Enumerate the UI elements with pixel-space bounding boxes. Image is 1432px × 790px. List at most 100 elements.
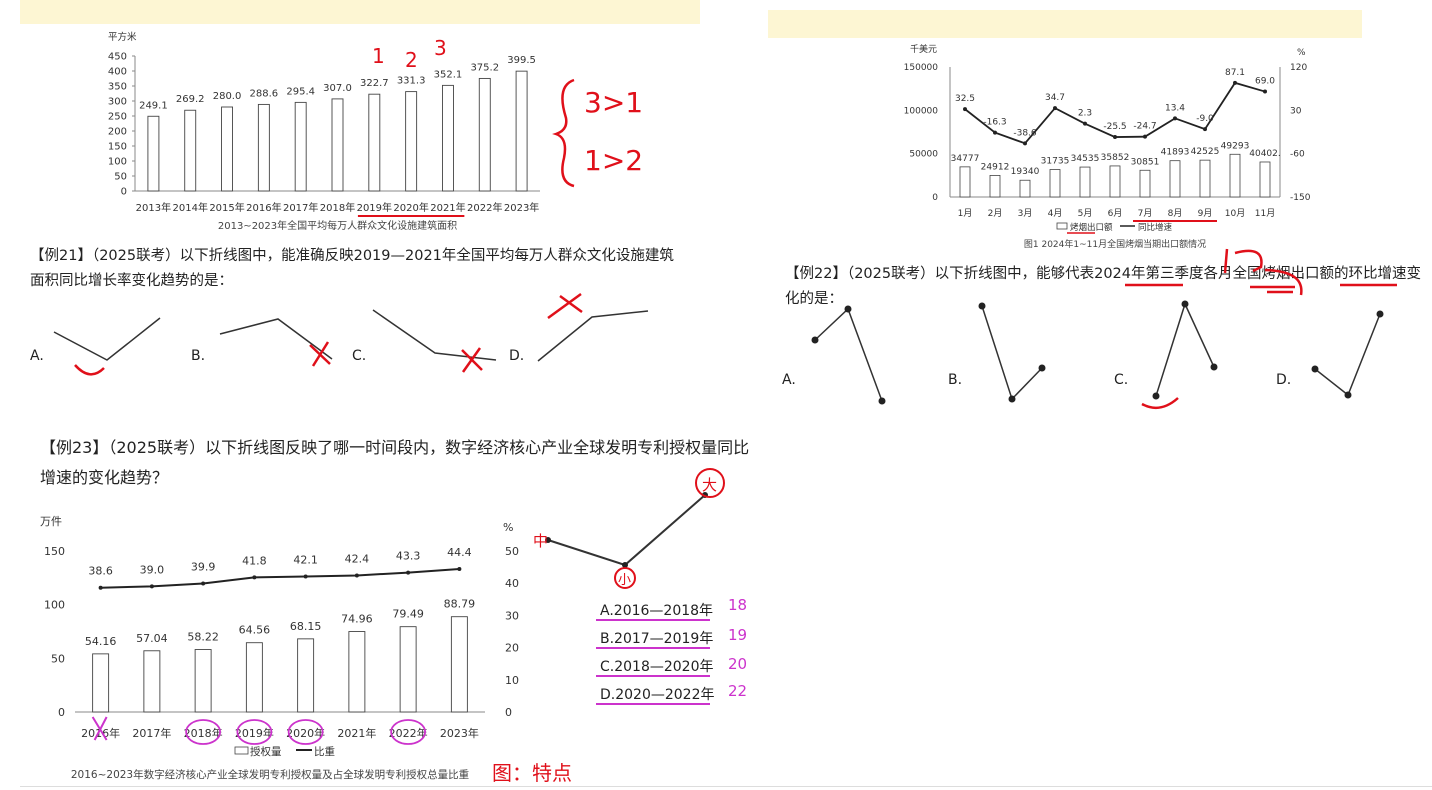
annot-brace	[552, 78, 575, 188]
chart2-bar-label: 40402.	[1249, 149, 1281, 159]
chart3-x-tick: 2023年	[440, 726, 479, 740]
chart3-caption: 2016~2023年数字经济核心产业全球发明专利授权量及占全球发明专利授权总量比…	[71, 768, 469, 781]
chart3-left-tick: 0	[58, 706, 65, 719]
annot-year-b: 19	[728, 626, 748, 644]
chart2-x-tick: 10月	[1225, 208, 1245, 219]
chart2-growth-point	[1083, 121, 1087, 126]
chart3-bar	[143, 650, 161, 713]
chart1-data-label: 322.7	[360, 78, 389, 89]
chart1-data-label: 375.2	[470, 62, 499, 73]
chart1-data-label: 280.0	[213, 91, 242, 102]
chart3-x-tick: 2019年	[235, 726, 274, 740]
q21-option-lines	[53, 292, 649, 376]
chart3-right-tick: 50	[505, 545, 519, 558]
chart2-x-tick: 11月	[1255, 208, 1275, 219]
chart3-bar-label: 64.56	[239, 624, 271, 637]
annot-year-a: 18	[728, 596, 748, 614]
chart3-right-unit: %	[503, 521, 513, 534]
annot-note: 图：特点	[492, 761, 572, 785]
chart2-x-tick: 3月	[1018, 208, 1033, 219]
chart3-share-label: 39.9	[191, 561, 216, 574]
chart2-right-tick: -60	[1290, 150, 1305, 160]
chart2-x-tick: 4月	[1048, 208, 1063, 219]
chart1-y-tick: 300	[108, 97, 127, 108]
chart1-y-tick: 100	[108, 157, 127, 168]
chart3-right-tick: 40	[505, 577, 519, 590]
chart2-bar	[1229, 153, 1241, 198]
chart2-growth-label: -9.0	[1196, 114, 1214, 124]
chart1-y-tick: 400	[108, 67, 127, 78]
chart2-growth-point	[1203, 127, 1207, 132]
chart1: 平方米 450 400 350 300 250 200 150 100 50 0 249.1 2013年…	[108, 31, 540, 232]
chart1-data-label: 249.1	[139, 100, 168, 111]
chart1-data-label: 269.2	[176, 94, 205, 105]
chart1-y-tick: 250	[108, 112, 127, 123]
chart3-share-point	[201, 581, 206, 586]
chart3-bar-label: 68.15	[290, 620, 322, 633]
chart1-x-tick: 2015年	[209, 201, 244, 214]
chart2-growth-label: -16.3	[983, 118, 1006, 128]
chart2-growth-label: 34.7	[1045, 93, 1065, 103]
chart3-bar	[194, 649, 212, 713]
chart2-bar-label: 42525	[1191, 147, 1220, 157]
chart2-x-tick: 5月	[1078, 208, 1093, 219]
chart2-bar	[1019, 179, 1031, 198]
chart1-y-tick: 50	[114, 172, 127, 183]
chart3-left-tick: 150	[44, 545, 65, 558]
chart3-legend-line-label: 比重	[314, 745, 335, 758]
chart1-bar	[294, 101, 307, 192]
chart2-growth-line	[964, 81, 1266, 145]
chart3-bar-label: 88.79	[444, 598, 476, 611]
chart2-x-tick: 2月	[988, 208, 1003, 219]
chart3-share-point	[252, 575, 257, 580]
divider	[20, 786, 1432, 787]
chart2-legend-line-label: 同比增速	[1138, 222, 1173, 233]
chart1-bar	[405, 91, 418, 192]
chart2-growth-label: 2.3	[1078, 109, 1092, 119]
chart1-data-label: 307.0	[323, 83, 352, 94]
chart1-bar	[515, 70, 528, 192]
chart2-growth-point	[1263, 89, 1267, 94]
chart1-caption: 2013~2023年全国平均每万人群众文化设施建筑面积	[218, 219, 457, 232]
chart3-bar-label: 54.16	[85, 635, 117, 648]
chart3-share-label: 44.4	[447, 546, 472, 559]
annot-digit-1: 1	[372, 44, 385, 68]
annot-big: 大	[702, 476, 718, 494]
chart1-bar	[368, 93, 381, 192]
chart1-x-tick: 2018年	[320, 201, 355, 214]
chart3-share-point	[98, 585, 103, 590]
chart2-growth-point	[1173, 116, 1177, 121]
chart3-share-point	[354, 573, 359, 578]
chart2-growth-label: 87.1	[1225, 68, 1245, 78]
chart2-growth-point	[1113, 135, 1117, 140]
annot-brace-line-1: 3>1	[584, 86, 644, 119]
chart1-bar	[257, 103, 270, 192]
q21-c-cross-mark	[461, 347, 483, 373]
chart2-bar-label: 30851	[1131, 157, 1160, 167]
chart1-x-tick: 2017年	[283, 201, 318, 214]
chart3-bar	[245, 642, 263, 713]
chart2-bar	[1199, 159, 1211, 198]
q21-line-a	[53, 317, 161, 361]
chart3-left-tick: 50	[51, 652, 65, 665]
q22-underlines	[1125, 248, 1397, 296]
chart3-right-tick: 0	[505, 706, 512, 719]
chart1-data-label: 288.6	[250, 88, 279, 99]
chart2-bar-label: 31735	[1041, 156, 1070, 166]
chart1-bar	[331, 98, 344, 192]
chart2-bar	[1139, 169, 1151, 198]
chart3-x-tick: 2020年	[286, 726, 325, 740]
q22-line-d	[1314, 313, 1381, 397]
chart2-bar-label: 34535	[1071, 154, 1100, 164]
chart1-bar	[184, 109, 197, 192]
q22-line-a	[814, 307, 883, 402]
chart2-bar-label: 24912	[981, 162, 1010, 172]
chart2-growth-label: -24.7	[1133, 122, 1156, 132]
chart2-growth-point	[1023, 141, 1027, 146]
chart1-y-tick: 450	[108, 52, 127, 63]
chart1-x-tick: 2020年	[393, 201, 428, 214]
chart1-unit-label: 平方米	[108, 31, 137, 43]
chart3-share-label: 41.8	[242, 554, 267, 567]
question-21: 【例21】（2025联考）以下折线图中，能准确反映2019—2021年全国平均每…	[30, 248, 674, 289]
chart2-x-tick: 7月	[1138, 208, 1153, 219]
